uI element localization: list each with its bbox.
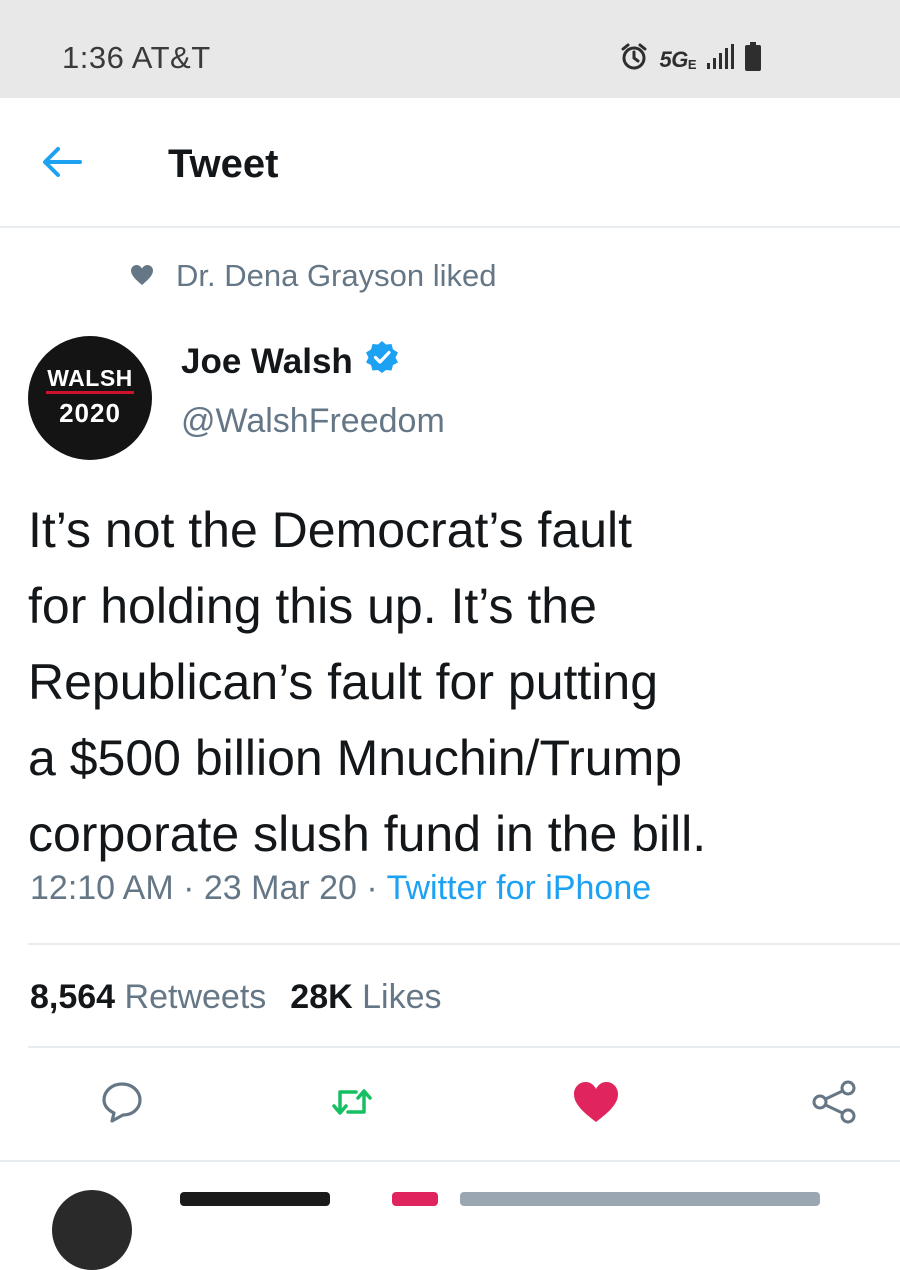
divider: [28, 943, 900, 945]
share-icon: [811, 1079, 857, 1130]
next-tweet-badge-fragment: [392, 1192, 438, 1206]
verified-badge-icon: [365, 340, 399, 383]
tweet-text-line: Republican’s fault for putting: [28, 654, 659, 710]
meta-separator: ·: [356, 869, 387, 907]
next-tweet-name-fragment: [180, 1192, 330, 1206]
clock-time: 1:36: [62, 40, 125, 75]
avatar-text-bottom: 2020: [59, 398, 121, 428]
avatar-rule: [46, 391, 134, 394]
status-icons: 5GE: [619, 42, 762, 77]
tweet-text-line: It’s not the Democrat’s fault: [28, 502, 633, 558]
back-button[interactable]: [36, 142, 88, 186]
avatar[interactable]: WALSH 2020: [28, 336, 152, 460]
nav-bar: Tweet: [0, 98, 900, 228]
divider: [28, 1046, 900, 1048]
tweet-text-line: a $500 billion Mnuchin/Trump: [28, 730, 683, 786]
social-context-label: Dr. Dena Grayson liked: [176, 258, 497, 293]
heart-icon: [130, 258, 154, 294]
page-title: Tweet: [168, 142, 279, 186]
tweet-source-link[interactable]: Twitter for iPhone: [387, 869, 652, 907]
avatar-text-top: WALSH: [47, 365, 133, 391]
tweet-meta: 12:10 AM · 23 Mar 20 · Twitter for iPhon…: [30, 869, 651, 908]
tweet-stats: 8,564 Retweets 28K Likes: [30, 978, 441, 1017]
tweet-date: 23 Mar 20: [203, 869, 357, 907]
alarm-icon: [619, 42, 649, 77]
author-handle[interactable]: @WalshFreedom: [181, 402, 445, 441]
retweets-count: 8,564: [30, 978, 116, 1016]
next-tweet-preview[interactable]: [0, 1160, 900, 1270]
tweet-time: 12:10 AM: [30, 869, 174, 907]
battery-icon: [744, 42, 762, 77]
share-button[interactable]: [810, 1080, 858, 1128]
status-time: 1:36 AT&T: [62, 40, 211, 76]
meta-separator: ·: [173, 869, 204, 907]
like-button[interactable]: [572, 1080, 620, 1128]
like-icon: [572, 1080, 620, 1129]
network-suffix: E: [687, 56, 697, 72]
status-bar: 1:36 AT&T 5GE: [0, 0, 900, 98]
reply-button[interactable]: [98, 1080, 146, 1128]
next-tweet-reply-fragment: [460, 1192, 820, 1206]
retweets-label: Retweets: [124, 978, 267, 1016]
tweet-text: It’s not the Democrat’s fault for holdin…: [28, 492, 878, 872]
carrier-name: AT&T: [131, 40, 211, 75]
likes-stat[interactable]: 28K Likes: [290, 978, 441, 1017]
network-type: 5G: [659, 46, 688, 72]
retweet-button[interactable]: [328, 1080, 376, 1128]
next-tweet-avatar: [52, 1190, 132, 1270]
tweet-text-line: corporate slush fund in the bill.: [28, 806, 707, 862]
signal-icon: [706, 44, 734, 75]
arrow-left-icon: [40, 144, 84, 185]
network-indicator: 5GE: [659, 47, 696, 73]
author-name[interactable]: Joe Walsh: [181, 340, 399, 383]
social-context[interactable]: Dr. Dena Grayson liked: [130, 258, 496, 294]
reply-icon: [100, 1080, 144, 1129]
likes-label: Likes: [362, 978, 442, 1016]
retweet-icon: [330, 1082, 374, 1127]
tweet-text-line: for holding this up. It’s the: [28, 578, 597, 634]
author-name-text: Joe Walsh: [181, 341, 353, 381]
retweets-stat[interactable]: 8,564 Retweets: [30, 978, 266, 1017]
likes-count: 28K: [290, 978, 353, 1016]
